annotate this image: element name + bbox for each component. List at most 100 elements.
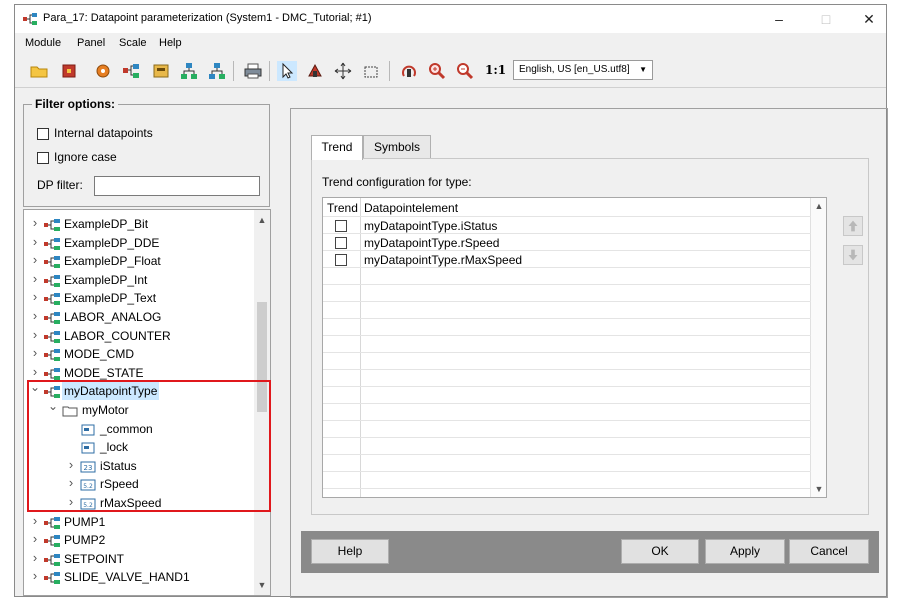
table-scrollbar[interactable]: ▲ ▼	[810, 198, 826, 497]
network-icon[interactable]	[179, 61, 199, 81]
tree-item[interactable]: ⌄ myDatapointType	[24, 380, 254, 401]
tree-item[interactable]: ⌄ myMotor	[24, 399, 254, 419]
minimize-button[interactable]: –	[763, 8, 795, 30]
scroll-up-arrow-icon[interactable]: ▲	[254, 212, 270, 228]
chevron-right-icon[interactable]: ›	[66, 456, 76, 474]
config-icon	[80, 423, 96, 436]
dpt-icon	[44, 237, 60, 250]
close-button[interactable]: ✕	[853, 8, 885, 30]
datapoint-element-cell[interactable]: myDatapointType.iStatus	[364, 219, 497, 233]
row-divider	[323, 488, 811, 489]
chevron-right-icon[interactable]: ›	[66, 474, 76, 492]
chevron-right-icon[interactable]: ›	[30, 214, 40, 232]
chevron-right-icon[interactable]: ›	[30, 344, 40, 362]
menu-scale[interactable]: Scale	[119, 37, 147, 49]
tree-item-label: PUMP1	[64, 514, 106, 529]
open-folder-icon[interactable]	[29, 61, 49, 81]
datapoint-element-cell[interactable]: myDatapointType.rMaxSpeed	[364, 253, 522, 267]
column-header-trend[interactable]: Trend	[327, 201, 358, 215]
menu-panel[interactable]: Panel	[77, 37, 105, 49]
settings-icon[interactable]	[93, 61, 113, 81]
internal-datapoints-checkbox[interactable]	[37, 128, 49, 140]
tree-item[interactable]: › MODE_CMD	[24, 345, 254, 363]
dp-filter-input[interactable]	[94, 176, 260, 196]
chevron-right-icon[interactable]: ›	[30, 307, 40, 325]
tree-item[interactable]: › SLIDE_VALVE_HAND1	[24, 568, 254, 586]
tab-trend[interactable]: Trend	[311, 135, 363, 160]
dpt-icon	[44, 311, 60, 324]
tree-item-label: ExampleDP_Bit	[64, 217, 149, 231]
chevron-right-icon[interactable]: ›	[30, 270, 40, 288]
cancel-button[interactable]: Cancel	[789, 539, 869, 564]
dpt-icon	[44, 385, 60, 399]
chevron-right-icon[interactable]: ›	[30, 251, 40, 269]
scroll-down-arrow-icon[interactable]: ▼	[811, 481, 826, 497]
chevron-right-icon[interactable]: ›	[30, 288, 40, 306]
tree-item[interactable]: › PUMP1	[24, 513, 254, 531]
tree-item[interactable]: › LABOR_COUNTER	[24, 327, 254, 345]
tree-item[interactable]: › 5.2 rSpeed	[24, 475, 254, 493]
pointer-icon[interactable]	[277, 61, 297, 81]
scroll-down-arrow-icon[interactable]: ▼	[254, 577, 270, 593]
tree-item[interactable]: › LABOR_ANALOG	[24, 308, 254, 326]
tree-scrollbar[interactable]: ▲ ▼	[254, 210, 270, 595]
tree-item[interactable]: › ExampleDP_Int	[24, 271, 254, 289]
tree-item[interactable]: › ExampleDP_Float	[24, 252, 254, 270]
menu-help[interactable]: Help	[159, 37, 182, 49]
datapoint-type-tree[interactable]: › SLIDE_VALVE_HAND1 › SETPOINT › PUMP2 › PUMP1 ›…	[23, 209, 271, 596]
tree-item[interactable]: › PUMP2	[24, 531, 254, 549]
chevron-right-icon[interactable]: ›	[30, 530, 40, 548]
chevron-right-icon[interactable]: ›	[30, 512, 40, 530]
trend-checkbox[interactable]	[335, 237, 347, 249]
stop-icon[interactable]	[59, 61, 79, 81]
row-divider	[323, 386, 811, 387]
archive-icon[interactable]	[151, 61, 171, 81]
language-select[interactable]: English, US [en_US.utf8] ▼	[513, 60, 653, 80]
move-icon[interactable]	[333, 61, 353, 81]
scroll-up-arrow-icon[interactable]: ▲	[811, 198, 826, 214]
zoom-in-icon[interactable]	[427, 61, 447, 81]
tree-item-label: ExampleDP_Text	[64, 291, 157, 306]
trend-table[interactable]: Trend Datapointelement ▲ ▼ myDatapointTy…	[322, 197, 827, 498]
trend-checkbox[interactable]	[335, 220, 347, 232]
tree-item-label: _lock	[100, 440, 129, 455]
tree-item[interactable]: › 5.2 rMaxSpeed	[24, 494, 254, 512]
tree-item[interactable]: › 23 iStatus	[24, 457, 254, 475]
chevron-right-icon[interactable]: ›	[30, 567, 40, 585]
tree-item[interactable]: › ExampleDP_Bit	[24, 215, 254, 233]
chevron-right-icon[interactable]: ›	[30, 549, 40, 567]
select-rect-icon[interactable]	[361, 61, 381, 81]
row-divider	[323, 318, 811, 319]
tree-item[interactable]: _lock	[24, 438, 254, 456]
zoom-pan-icon[interactable]	[305, 61, 325, 81]
apply-button[interactable]: Apply	[705, 539, 785, 564]
move-up-icon[interactable]	[843, 216, 863, 236]
tree-item[interactable]: _common	[24, 420, 254, 438]
zoom-out-icon[interactable]	[455, 61, 475, 81]
column-header-datapointelement[interactable]: Datapointelement	[364, 201, 458, 215]
datapoint-tree-icon[interactable]	[121, 61, 141, 81]
ignore-case-checkbox[interactable]	[37, 152, 49, 164]
tree-item[interactable]: › ExampleDP_Text	[24, 289, 254, 307]
rotate-icon[interactable]	[399, 61, 419, 81]
tree-item-label: myMotor	[82, 403, 129, 417]
trend-checkbox[interactable]	[335, 254, 347, 266]
chevron-right-icon[interactable]: ›	[66, 493, 76, 511]
network-alt-icon[interactable]	[207, 61, 227, 81]
scale-1to1-button[interactable]: 1:1	[485, 63, 506, 77]
tree-item[interactable]: › SETPOINT	[24, 550, 254, 568]
chevron-right-icon[interactable]: ›	[30, 326, 40, 344]
ok-button[interactable]: OK	[621, 539, 699, 564]
chevron-right-icon[interactable]: ›	[30, 363, 40, 381]
help-button[interactable]: Help	[311, 539, 389, 564]
tree-item[interactable]: › MODE_STATE	[24, 364, 254, 382]
datapoint-element-cell[interactable]: myDatapointType.rSpeed	[364, 236, 499, 250]
menu-module[interactable]: Module	[25, 37, 61, 49]
tree-item-label: SLIDE_VALVE_HAND1	[64, 570, 190, 585]
chevron-right-icon[interactable]: ›	[30, 233, 40, 251]
tree-item[interactable]: › ExampleDP_DDE	[24, 234, 254, 252]
tab-symbols[interactable]: Symbols	[363, 135, 431, 159]
move-down-icon[interactable]	[843, 245, 863, 265]
tree-scroll-thumb[interactable]	[257, 302, 267, 412]
print-icon[interactable]	[243, 61, 263, 81]
